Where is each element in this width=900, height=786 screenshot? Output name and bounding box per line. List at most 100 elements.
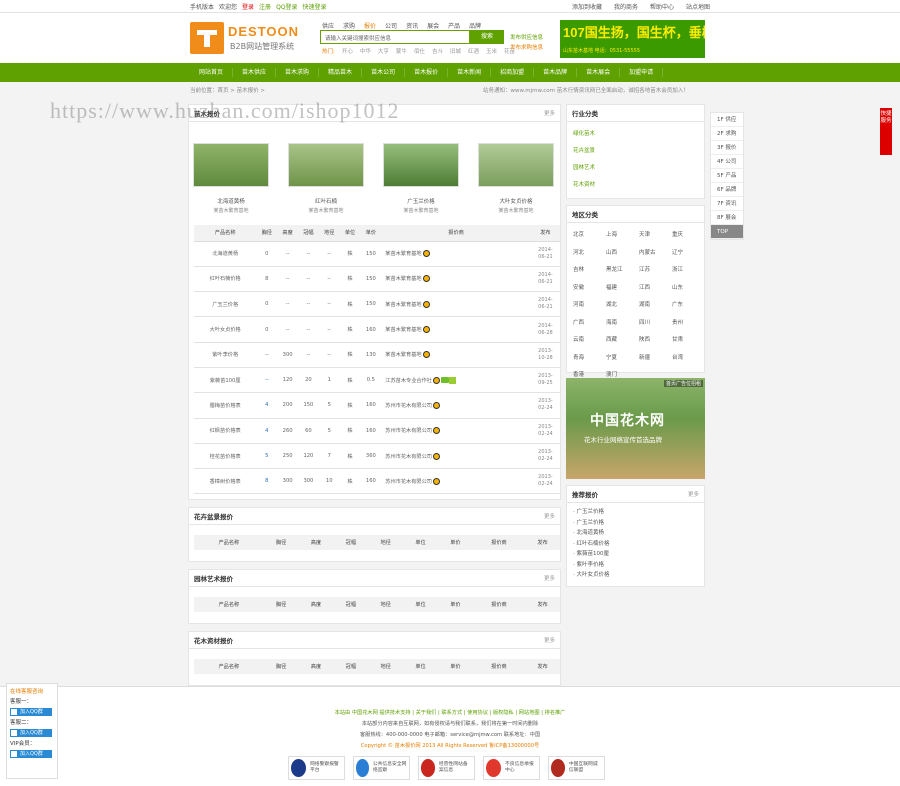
table-row[interactable]: 广玉兰价格 0 -- -- -- 株 150 某苗木繁育基地 2014- 06-21 <box>194 291 560 318</box>
table-row[interactable]: 红叶石楠价格 8 -- -- -- 株 150 某苗木繁育基地 2014- 06-21 <box>194 266 560 293</box>
product-card[interactable]: 北海道黄杨 某苗木繁育基地 <box>193 143 269 214</box>
quoter-link[interactable]: 苏州市花木有限公司 <box>385 428 432 434</box>
region-link[interactable]: 陕西 <box>639 335 672 343</box>
region-link[interactable]: 北京 <box>573 230 606 238</box>
search-tab-active[interactable]: 报价 <box>364 21 376 30</box>
trust-badge[interactable]: 网络警察报警平台 <box>288 756 345 780</box>
qq-icon[interactable] <box>432 376 440 384</box>
region-link[interactable]: 江苏 <box>639 265 672 273</box>
table-row[interactable]: 北海道黄杨 0 -- -- -- 株 150 某苗木繁育基地 2014- 06-21 <box>194 241 560 267</box>
cell-n[interactable]: 香樟树价格表 <box>194 468 257 495</box>
recommend-item[interactable]: · 紫薇苗100厘 <box>567 549 704 560</box>
quoter-link[interactable]: 江苏苗木专业合作社 <box>385 378 432 384</box>
mobile-link[interactable]: 手机版本 <box>190 2 214 11</box>
cell-n[interactable]: 紫叶李价格 <box>194 342 257 368</box>
search-tab[interactable]: 产品 <box>448 21 460 30</box>
region-link[interactable]: 甘肃 <box>672 335 705 343</box>
region-link[interactable]: 山东 <box>672 283 705 291</box>
floor-nav-item[interactable]: 7F 资讯 <box>711 197 743 211</box>
hot-keyword[interactable]: 旧城 <box>450 47 461 55</box>
region-link[interactable]: 澳门 <box>606 370 639 378</box>
quoter-link[interactable]: 某苗木繁育基地 <box>385 352 421 358</box>
floor-nav-item[interactable]: 1F 供应 <box>711 113 743 127</box>
qq-icon[interactable] <box>432 401 440 409</box>
site-logo[interactable]: DESTOON B2B网站管理系统 <box>190 22 310 56</box>
region-link[interactable]: 青海 <box>573 353 606 361</box>
category-link[interactable]: 花卉盆景 <box>567 143 704 160</box>
product-card[interactable]: 红叶石楠 某苗木繁育基地 <box>288 143 364 214</box>
nav-item[interactable]: 招商加盟 <box>491 68 535 77</box>
region-link[interactable]: 云南 <box>573 335 606 343</box>
category-link[interactable]: 园林艺术 <box>567 160 704 177</box>
region-link[interactable]: 上海 <box>606 230 639 238</box>
floor-nav-item[interactable]: 4F 公司 <box>711 155 743 169</box>
join-qq-button[interactable]: 加入QQ群 <box>10 750 52 758</box>
region-link[interactable]: 江西 <box>639 283 672 291</box>
region-link[interactable]: 浙江 <box>672 265 705 273</box>
region-link[interactable]: 重庆 <box>672 230 705 238</box>
search-tab[interactable]: 供应 <box>322 21 334 30</box>
sitemap-link[interactable]: 站点地图 <box>686 2 710 11</box>
recommend-item[interactable]: · 北海道黄杨 <box>567 528 704 539</box>
hot-keyword[interactable]: 开心 <box>342 47 353 55</box>
qq-icon[interactable] <box>432 477 440 485</box>
category-link[interactable]: 花木资材 <box>567 177 704 194</box>
region-link[interactable]: 天津 <box>639 230 672 238</box>
cell-n[interactable]: 桂花苗价格表 <box>194 443 257 470</box>
region-link[interactable]: 台湾 <box>672 353 705 361</box>
more-link[interactable]: 更多 <box>544 574 555 582</box>
hot-keyword[interactable]: 玉米 <box>486 47 497 55</box>
floor-nav-item[interactable]: 6F 品牌 <box>711 183 743 197</box>
my-business-link[interactable]: 我的商务 <box>614 2 638 11</box>
region-link[interactable]: 贵州 <box>672 318 705 326</box>
favorite-link[interactable]: 添加到收藏 <box>572 2 602 11</box>
footer-line[interactable]: 本站由 中国花木网 提供技术支持 | 关于我们 | 联系方式 | 使用协议 | … <box>310 708 590 719</box>
hot-keyword[interactable]: 大亨 <box>378 47 389 55</box>
wechat-icon[interactable] <box>440 377 449 384</box>
region-link[interactable]: 河南 <box>573 300 606 308</box>
region-link[interactable]: 河北 <box>573 248 606 256</box>
quoter-link[interactable]: 苏州市花木有限公司 <box>385 403 432 409</box>
region-link[interactable]: 湖北 <box>606 300 639 308</box>
category-link[interactable]: 绿化苗木 <box>567 126 704 143</box>
table-row[interactable]: 红枫苗价格表 4 260 60 5 株 160 苏州市花木有限公司 2013- 02-24 <box>194 418 560 444</box>
recommend-item[interactable]: · 红叶石楠价格 <box>567 539 704 550</box>
qq-login-link[interactable]: QQ登录 <box>276 2 297 11</box>
region-link[interactable]: 四川 <box>639 318 672 326</box>
qq-icon[interactable] <box>432 427 440 435</box>
nav-item[interactable]: 苗木新闻 <box>448 68 492 77</box>
recommend-item[interactable]: · 大叶女贞价格 <box>567 570 704 581</box>
trust-badge[interactable]: 经营性网站备案信息 <box>418 756 475 780</box>
nav-item[interactable]: 苗木公司 <box>362 68 406 77</box>
floor-nav-item[interactable]: 5F 产品 <box>711 169 743 183</box>
site-notice[interactable]: 站务通知：www.mjmw.com 苗木行情资讯网已全面启动，诚招各地苗木会员加… <box>483 86 689 94</box>
cell-n[interactable]: 红叶石楠价格 <box>194 266 257 293</box>
hot-keyword[interactable]: 红酒 <box>468 47 479 55</box>
help-link[interactable]: 帮助中心 <box>650 2 674 11</box>
publish-supply-link[interactable]: 发布供应信息 <box>510 33 543 43</box>
floor-nav-item[interactable]: 2F 求购 <box>711 127 743 141</box>
cell-n[interactable]: 腊梅苗价格表 <box>194 392 257 419</box>
cell-n[interactable]: 紫薇苗100厘 <box>194 367 257 394</box>
region-link[interactable]: 西藏 <box>606 335 639 343</box>
region-link[interactable]: 安徽 <box>573 283 606 291</box>
join-qq-button[interactable]: 加入QQ群 <box>10 729 52 737</box>
hot-keyword[interactable]: 佰仕 <box>414 47 425 55</box>
quoter-link[interactable]: 苏州市花木有限公司 <box>385 479 432 485</box>
region-link[interactable]: 吉林 <box>573 265 606 273</box>
nav-item[interactable]: 苗木供应 <box>233 68 277 77</box>
table-row[interactable]: 桂花苗价格表 5 250 120 7 株 360 苏州市花木有限公司 2013- 02-24 <box>194 443 560 470</box>
header-banner-ad[interactable]: 107国生扬，国生杯，垂柳，白蜡 山东苗木基地 电话：0531-55555 <box>560 20 705 58</box>
search-tab[interactable]: 公司 <box>385 21 397 30</box>
more-link[interactable]: 更多 <box>544 512 555 520</box>
quick-service-tab[interactable]: 快捷服务 <box>880 108 892 155</box>
region-link[interactable]: 广东 <box>672 300 705 308</box>
search-tab[interactable]: 品牌 <box>469 21 481 30</box>
region-link[interactable]: 黑龙江 <box>606 265 639 273</box>
sidebar-ad[interactable]: 首页广告位招租 中国花木网 花木行业网络宣传首选品牌 <box>566 378 705 479</box>
region-link[interactable]: 山西 <box>606 248 639 256</box>
hot-keyword[interactable]: 中华 <box>360 47 371 55</box>
floor-nav-item[interactable]: TOP <box>711 225 743 239</box>
region-link[interactable]: 宁夏 <box>606 353 639 361</box>
nav-item[interactable]: 加盟申请 <box>620 68 664 77</box>
